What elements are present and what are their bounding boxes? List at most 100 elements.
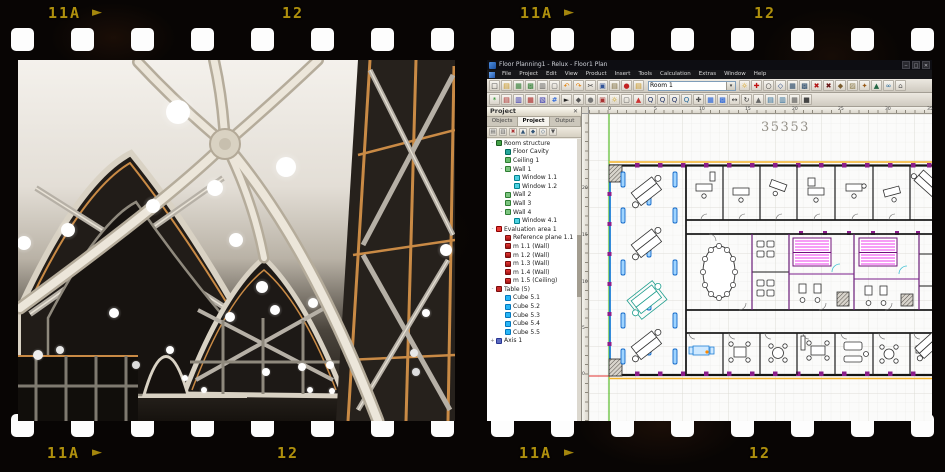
print2-icon[interactable]: ▦	[789, 94, 800, 105]
tree-item[interactable]: - Table (5)	[487, 285, 577, 294]
tree-delete-icon[interactable]: ✖	[509, 128, 517, 136]
tree-item[interactable]: Window 4.1	[487, 216, 577, 225]
tree-item[interactable]: Cube 5.5	[487, 328, 577, 337]
render-small-icon[interactable]: ▣	[597, 94, 608, 105]
draw-circle-icon[interactable]: ○	[763, 80, 774, 91]
tree-scrollbar-thumb[interactable]	[577, 235, 581, 297]
tree-item[interactable]: Cube 5.3	[487, 311, 577, 320]
menu-item[interactable]: Help	[750, 70, 771, 79]
tree-item[interactable]: Cube 5.2	[487, 302, 577, 311]
tree-object2-icon[interactable]: ◇	[539, 128, 547, 136]
tree-item[interactable]: m 1.2 (Wall)	[487, 251, 577, 260]
copy-icon[interactable]: ▣	[597, 80, 608, 91]
tree-item[interactable]: Cube 5.1	[487, 294, 577, 303]
floor-plan-viewport[interactable]: 35353	[589, 114, 932, 421]
insert-luminaire-icon[interactable]: ✚	[751, 80, 762, 91]
tab-output[interactable]: Output	[550, 117, 581, 126]
report-icon[interactable]: ▢	[621, 94, 632, 105]
tree-item[interactable]: Ceiling 1	[487, 156, 577, 165]
tree-expander[interactable]: +	[489, 338, 496, 344]
align-top-icon[interactable]: ▦	[525, 94, 536, 105]
tree-item[interactable]: Wall 2	[487, 191, 577, 200]
tree-item[interactable]: + Axis 1	[487, 337, 577, 346]
tree-expand-icon[interactable]: ▤	[489, 128, 497, 136]
print-icon[interactable]: ▥	[537, 80, 548, 91]
grid-blue2-icon[interactable]: ▩	[717, 94, 728, 105]
tree-item[interactable]: Window 1.1	[487, 173, 577, 182]
tab-objects[interactable]: Objects	[487, 117, 518, 126]
menu-item[interactable]: Window	[720, 70, 750, 79]
building-icon[interactable]: ⌂	[895, 80, 906, 91]
close-panel-icon[interactable]: ✕	[573, 107, 578, 116]
open-room-icon[interactable]: ▤	[633, 80, 644, 91]
tree-expander[interactable]: -	[489, 286, 496, 292]
daylight-icon[interactable]: ☼	[739, 80, 750, 91]
tree-item[interactable]: Wall 3	[487, 199, 577, 208]
tree-item[interactable]: - Wall 4	[487, 208, 577, 217]
tree-up-icon[interactable]: ▲	[519, 128, 527, 136]
menu-item[interactable]: File	[498, 70, 515, 79]
insert-table-icon[interactable]: ▦	[787, 80, 798, 91]
tree-item[interactable]: - Evaluation area 1	[487, 225, 577, 234]
menu-item[interactable]: Calculation	[656, 70, 695, 79]
doc-blue-icon[interactable]: ▥	[777, 94, 788, 105]
align-right-icon[interactable]: ▥	[513, 94, 524, 105]
tree-item[interactable]: Reference plane 1.1	[487, 234, 577, 243]
paste-icon[interactable]: ▤	[609, 80, 620, 91]
tree-item[interactable]: Floor Cavity	[487, 148, 577, 157]
pan-icon[interactable]: ✚	[693, 94, 704, 105]
cone-icon[interactable]: ▲	[753, 94, 764, 105]
save-icon[interactable]: ▦	[513, 80, 524, 91]
select-arrow-icon[interactable]: ►	[561, 94, 572, 105]
tree-item[interactable]: m 1.3 (Wall)	[487, 259, 577, 268]
tree-expander[interactable]: -	[498, 209, 505, 215]
box-dark-icon[interactable]: ■	[801, 94, 812, 105]
tree-scrollbar[interactable]	[577, 139, 581, 421]
tree-expander[interactable]: -	[498, 166, 505, 172]
menu-item[interactable]: Insert	[611, 70, 635, 79]
tree-expander[interactable]: -	[489, 226, 496, 232]
measure-icon[interactable]: ↔	[729, 94, 740, 105]
scene-icon[interactable]: ✦	[859, 80, 870, 91]
tree-item[interactable]: m 1.4 (Wall)	[487, 268, 577, 277]
zoom-in-icon[interactable]: Q	[657, 94, 668, 105]
room-selector[interactable]: ▾	[648, 81, 736, 91]
layers-icon[interactable]: ▤	[765, 94, 776, 105]
rotate-object-icon[interactable]: ↻	[741, 94, 752, 105]
flame-icon[interactable]: ▲	[633, 94, 644, 105]
tree-filter-icon[interactable]: ▼	[549, 128, 557, 136]
material-icon[interactable]: ▨	[847, 80, 858, 91]
print-preview-icon[interactable]: ▢	[549, 80, 560, 91]
open-folder-icon[interactable]: ▤	[501, 80, 512, 91]
room-selector-value[interactable]	[650, 82, 724, 90]
menu-item[interactable]: Product	[582, 70, 611, 79]
menu-item[interactable]: Extras	[695, 70, 720, 79]
close-button[interactable]: ✕	[922, 61, 930, 69]
align-bottom-icon[interactable]: ▧	[537, 94, 548, 105]
object-box-icon[interactable]: ◆	[573, 94, 584, 105]
grid-hash-icon[interactable]: #	[549, 94, 560, 105]
lamp-icon[interactable]: ☼	[609, 94, 620, 105]
tree-expander[interactable]: -	[489, 140, 496, 146]
tree-item[interactable]: - Wall 1	[487, 165, 577, 174]
menu-item[interactable]: View	[561, 70, 582, 79]
grid-blue-icon[interactable]: ▦	[705, 94, 716, 105]
tree-item[interactable]: - Room structure	[487, 139, 577, 148]
draw-polygon-icon[interactable]: ◇	[775, 80, 786, 91]
minimize-button[interactable]: ‒	[902, 61, 910, 69]
menu-item[interactable]: Tools	[634, 70, 656, 79]
redo-icon[interactable]: ↷	[573, 80, 584, 91]
delete-object-icon[interactable]: ✖	[811, 80, 822, 91]
render-view-icon[interactable]: ●	[621, 80, 632, 91]
insert-grid-icon[interactable]: ▩	[799, 80, 810, 91]
align-left-icon[interactable]: ▤	[501, 94, 512, 105]
cut-icon[interactable]: ✂	[585, 80, 596, 91]
tree-item[interactable]: Cube 5.4	[487, 319, 577, 328]
zoom-out-icon[interactable]: Q	[669, 94, 680, 105]
menu-item[interactable]: Edit	[542, 70, 561, 79]
menu-item[interactable]: Project	[515, 70, 542, 79]
maximize-button[interactable]: □	[912, 61, 920, 69]
tree-item[interactable]: m 1.1 (Wall)	[487, 242, 577, 251]
delete-all-icon[interactable]: ✖	[823, 80, 834, 91]
zoom-all-icon[interactable]: Q	[681, 94, 692, 105]
